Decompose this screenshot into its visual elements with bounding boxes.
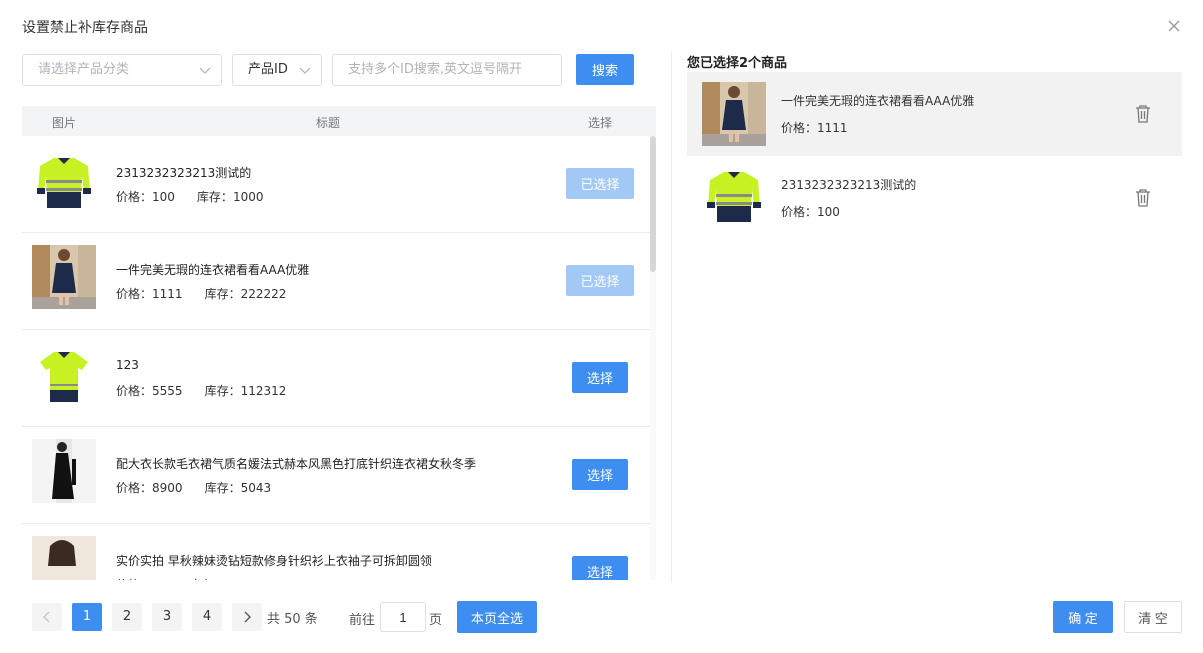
product-meta: 价格：42库存：300 (116, 576, 248, 580)
black-knit-dress-icon (32, 439, 96, 503)
chevron-right-icon (244, 611, 251, 623)
product-meta: 价格：8900 库存：5043 (116, 481, 272, 495)
hi-vis-polo-shirt-short-sleeve-icon (40, 352, 88, 402)
selected-item-name: 一件完美无瑕的连衣裙看看AAA优雅 (781, 94, 975, 108)
table-row: 实价实拍 早秋辣妹烫钻短款修身针织衫上衣袖子可拆卸圆领 价格：42库存：300 … (22, 524, 650, 580)
header-select: 选择 (588, 116, 613, 130)
table-row: 一件完美无瑕的连衣裙看看AAA优雅 价格：1111 库存：222222 已选择 (22, 233, 650, 330)
product-stock: 300 (225, 578, 248, 580)
list-scrollbar-thumb[interactable] (650, 136, 656, 272)
knit-top-model-icon (32, 536, 96, 580)
product-name: 一件完美无瑕的连衣裙看看AAA优雅 (116, 263, 310, 277)
goto-page-input[interactable] (380, 602, 426, 632)
selected-button[interactable]: 已选择 (566, 265, 634, 296)
panel-divider (671, 52, 672, 582)
chevron-down-icon (199, 67, 211, 74)
header-title: 标题 (316, 116, 341, 130)
trash-icon[interactable] (1134, 188, 1152, 208)
select-button[interactable]: 选择 (572, 459, 628, 490)
product-stock: 5043 (240, 481, 272, 495)
field-select[interactable]: 产品ID (232, 54, 322, 86)
chevron-left-icon (43, 611, 50, 623)
table-row: 配大衣长款毛衣裙气质名媛法式赫本风黑色打底针织连衣裙女秋冬季 价格：8900 库存… (22, 427, 650, 524)
dialog: 设置禁止补库存商品 请选择产品分类 产品ID 支持多个ID搜索,英文逗号隔开 搜… (0, 0, 1203, 653)
product-meta: 价格：100 库存：1000 (116, 190, 264, 204)
product-name: 实价实拍 早秋辣妹烫钻短款修身针织衫上衣袖子可拆卸圆领 (116, 554, 432, 568)
selected-item: 一件完美无瑕的连衣裙看看AAA优雅 价格：1111 (687, 72, 1182, 156)
product-stock: 222222 (240, 287, 287, 301)
chevron-down-icon (299, 67, 311, 74)
next-page-button[interactable] (232, 603, 262, 631)
product-price: 100 (152, 190, 175, 204)
product-list: 2313232323213测试的 价格：100 库存：1000 已选择 一件完美无… (22, 136, 656, 580)
total-count: 共 50 条 (267, 612, 318, 627)
table-header: 图片 标题 选择 (22, 106, 656, 136)
page-4-button[interactable]: 4 (192, 603, 222, 631)
search-button[interactable]: 搜索 (576, 54, 634, 85)
confirm-button[interactable]: 确 定 (1053, 601, 1113, 633)
goto-label: 前往 (349, 613, 376, 628)
close-icon[interactable] (1164, 16, 1184, 36)
product-price: 8900 (152, 481, 183, 495)
prev-page-button[interactable] (32, 603, 62, 631)
product-name: 2313232323213测试的 (116, 166, 252, 180)
id-search-placeholder: 支持多个ID搜索,英文逗号隔开 (348, 62, 522, 77)
select-button[interactable]: 选择 (572, 362, 628, 393)
select-page-all-button[interactable]: 本页全选 (457, 601, 537, 633)
page-unit: 页 (429, 613, 443, 628)
navy-dress-model-icon (702, 82, 766, 146)
selected-item-price: 价格：100 (781, 205, 840, 219)
selected-count-title: 您已选择2个商品 (687, 56, 788, 71)
header-image: 图片 (52, 116, 77, 130)
category-select[interactable]: 请选择产品分类 (22, 54, 222, 86)
product-name: 配大衣长款毛衣裙气质名媛法式赫本风黑色打底针织连衣裙女秋冬季 (116, 457, 477, 471)
selected-button[interactable]: 已选择 (566, 168, 634, 199)
selected-item-price: 价格：1111 (781, 121, 848, 135)
page-1-button[interactable]: 1 (72, 603, 102, 631)
table-row: 2313232323213测试的 价格：100 库存：1000 已选择 (22, 136, 650, 233)
product-stock: 112312 (240, 384, 287, 398)
product-stock: 1000 (232, 190, 264, 204)
page-2-button[interactable]: 2 (112, 603, 142, 631)
product-price: 1111 (152, 287, 183, 301)
product-price: 5555 (152, 384, 183, 398)
dialog-title: 设置禁止补库存商品 (22, 20, 148, 36)
clear-button[interactable]: 清 空 (1124, 601, 1182, 633)
select-button[interactable]: 选择 (572, 556, 628, 580)
trash-icon[interactable] (1134, 104, 1152, 124)
table-row: 123 价格：5555 库存：112312 选择 (22, 330, 650, 427)
product-meta: 价格：1111 库存：222222 (116, 287, 287, 301)
page-3-button[interactable]: 3 (152, 603, 182, 631)
id-search-input[interactable]: 支持多个ID搜索,英文逗号隔开 (332, 54, 562, 86)
selected-item-name: 2313232323213测试的 (781, 178, 917, 192)
hi-vis-polo-shirt-long-sleeve-icon (37, 158, 91, 208)
hi-vis-polo-shirt-long-sleeve-icon (707, 172, 761, 222)
product-name: 123 (116, 358, 139, 372)
product-price: 42 (152, 578, 167, 580)
field-select-value: 产品ID (248, 62, 288, 77)
category-placeholder: 请选择产品分类 (38, 62, 130, 77)
product-meta: 价格：5555 库存：112312 (116, 384, 287, 398)
navy-dress-model-icon (32, 245, 96, 309)
selected-item: 2313232323213测试的 价格：100 (687, 156, 1182, 240)
